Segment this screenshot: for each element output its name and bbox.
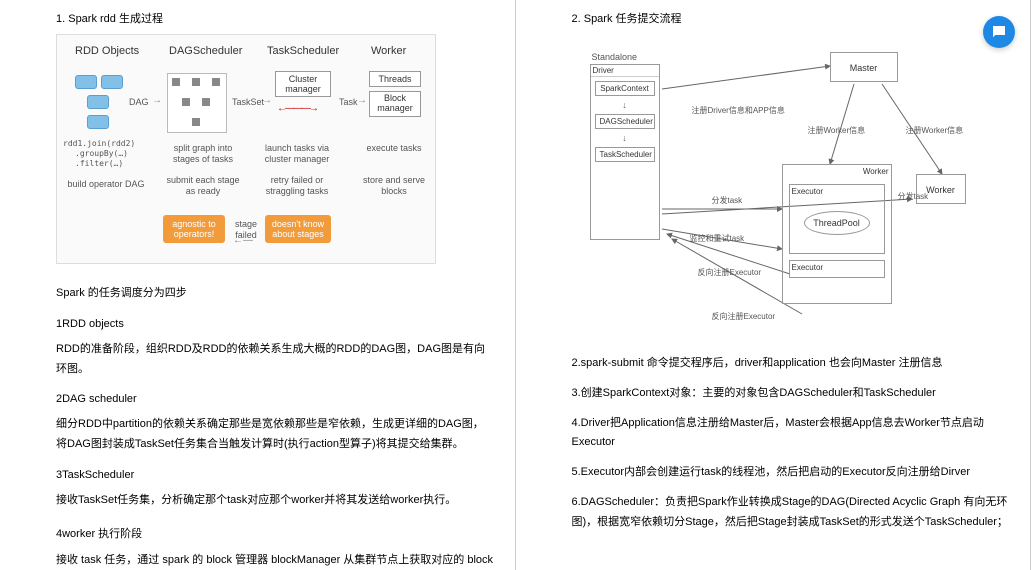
heading-worker: 4worker 执行阶段 <box>56 525 495 541</box>
threadpool-ellipse: ThreadPool <box>804 211 870 235</box>
desc-store: store and serve blocks <box>359 175 429 197</box>
left-page: 1. Spark rdd 生成过程 RDD Objects DAGSchedul… <box>0 0 516 570</box>
para-tasksched: 接收TaskSet任务集，分析确定那个task对应那个worker并将其发送给w… <box>56 491 495 511</box>
label-dispatch2: 分发task <box>898 192 929 202</box>
standalone-label: Standalone <box>592 52 638 63</box>
right-title: 2. Spark 任务提交流程 <box>572 10 1011 26</box>
rdd-diagram: RDD Objects DAGScheduler TaskScheduler W… <box>56 34 436 264</box>
heading-rdd: 1RDD objects <box>56 318 495 330</box>
submit-diagram: Standalone Driver SparkContext ↓ DAGSche… <box>572 34 1002 334</box>
heading-dag: 2DAG scheduler <box>56 393 495 405</box>
worker1-label: Worker <box>783 165 891 178</box>
desc-exec: execute tasks <box>359 143 429 154</box>
executor1-label: Executor <box>790 185 884 198</box>
rdd-box <box>75 75 97 89</box>
label-reg-worker2: 注册Worker信息 <box>906 126 964 136</box>
dagscheduler-box: DAGScheduler <box>595 114 655 129</box>
para-r3: 4.Driver把Application信息注册给Master后，Master会… <box>572 414 1011 454</box>
chat-icon <box>990 23 1008 41</box>
desc-retry: retry failed or straggling tasks <box>257 175 337 197</box>
taskscheduler-box: TaskScheduler <box>595 147 655 162</box>
label-revreg: 反向注册Executor <box>698 268 762 278</box>
task-label: Task <box>339 97 358 108</box>
para-r5: 6.DAGScheduler：负责把Spark作业转换成Stage的DAG(Di… <box>572 493 1011 533</box>
desc-split: split graph into stages of tasks <box>163 143 243 165</box>
threads-box: Threads <box>369 71 421 87</box>
code-line: .groupBy(…) <box>75 149 128 158</box>
label-dispatch: 分发task <box>712 196 743 206</box>
executor1-box: Executor ThreadPool <box>789 184 885 254</box>
cluster-manager-box: Cluster manager <box>275 71 331 97</box>
arrow-icon: ←— <box>233 235 253 246</box>
heading-tasksched: 3TaskScheduler <box>56 469 495 481</box>
para-r1: 2.spark-submit 命令提交程序后，driver和applicatio… <box>572 354 1011 374</box>
desc-build-dag: build operator DAG <box>61 179 151 190</box>
label-monitor: 监控和重试task <box>690 234 745 244</box>
dag-arrow-label: DAG <box>129 97 149 108</box>
rdd-box <box>101 75 123 89</box>
label-reg-worker: 注册Worker信息 <box>808 126 866 136</box>
col-task: TaskScheduler <box>267 45 339 57</box>
orange-agnostic: agnostic to operators! <box>163 215 225 243</box>
para-r4: 5.Executor内部会创建运行task的线程池，然后把启动的Executor… <box>572 463 1011 483</box>
sparkcontext-box: SparkContext <box>595 81 655 96</box>
label-reg-driver: 注册Driver信息和APP信息 <box>692 106 785 116</box>
label-revreg2: 反向注册Executor <box>712 312 776 322</box>
para-r2: 3.创建SparkContext对象：主要的对象包含DAGScheduler和T… <box>572 384 1011 404</box>
col-worker: Worker <box>371 45 406 57</box>
chat-fab[interactable] <box>983 16 1015 48</box>
orange-doesnt-know: doesn't know about stages <box>265 215 331 243</box>
para-dag: 细分RDD中partition的依赖关系确定那些是宽依赖那些是窄依赖，生成更详细… <box>56 415 495 455</box>
rdd-box <box>87 95 109 109</box>
arrow-red-icon: ←———→ <box>277 103 317 114</box>
arrow-icon: → <box>357 95 367 106</box>
dag-graph-box <box>167 73 227 133</box>
left-title: 1. Spark rdd 生成过程 <box>56 10 495 26</box>
worker1-box: Worker Executor ThreadPool Executor <box>782 164 892 304</box>
rdd-box <box>87 115 109 129</box>
driver-label: Driver <box>591 65 659 77</box>
taskset-label: TaskSet <box>232 97 264 108</box>
desc-submit: submit each stage as ready <box>163 175 243 197</box>
master-box: Master <box>830 52 898 82</box>
arrow-icon: → <box>152 95 162 106</box>
driver-box: Driver SparkContext ↓ DAGScheduler ↓ Tas… <box>590 64 660 240</box>
desc-launch: launch tasks via cluster manager <box>257 143 337 165</box>
right-page: 2. Spark 任务提交流程 Standalone Driver SparkC… <box>516 0 1031 570</box>
para-worker: 接收 task 任务，通过 spark 的 block 管理器 blockMan… <box>56 551 495 570</box>
code-line: rdd1.join(rdd2) <box>63 139 135 148</box>
col-dag: DAGScheduler <box>169 45 242 57</box>
executor2-box: Executor <box>789 260 885 278</box>
col-rdd: RDD Objects <box>75 45 139 57</box>
para-intro: Spark 的任务调度分为四步 <box>56 284 495 304</box>
code-line: .filter(…) <box>75 159 123 168</box>
blockmgr-box: Block manager <box>369 91 421 117</box>
arrow-icon: → <box>262 95 272 106</box>
para-rdd: RDD的准备阶段，组织RDD及RDD的依赖关系生成大概的RDD的DAG图，DAG… <box>56 340 495 380</box>
